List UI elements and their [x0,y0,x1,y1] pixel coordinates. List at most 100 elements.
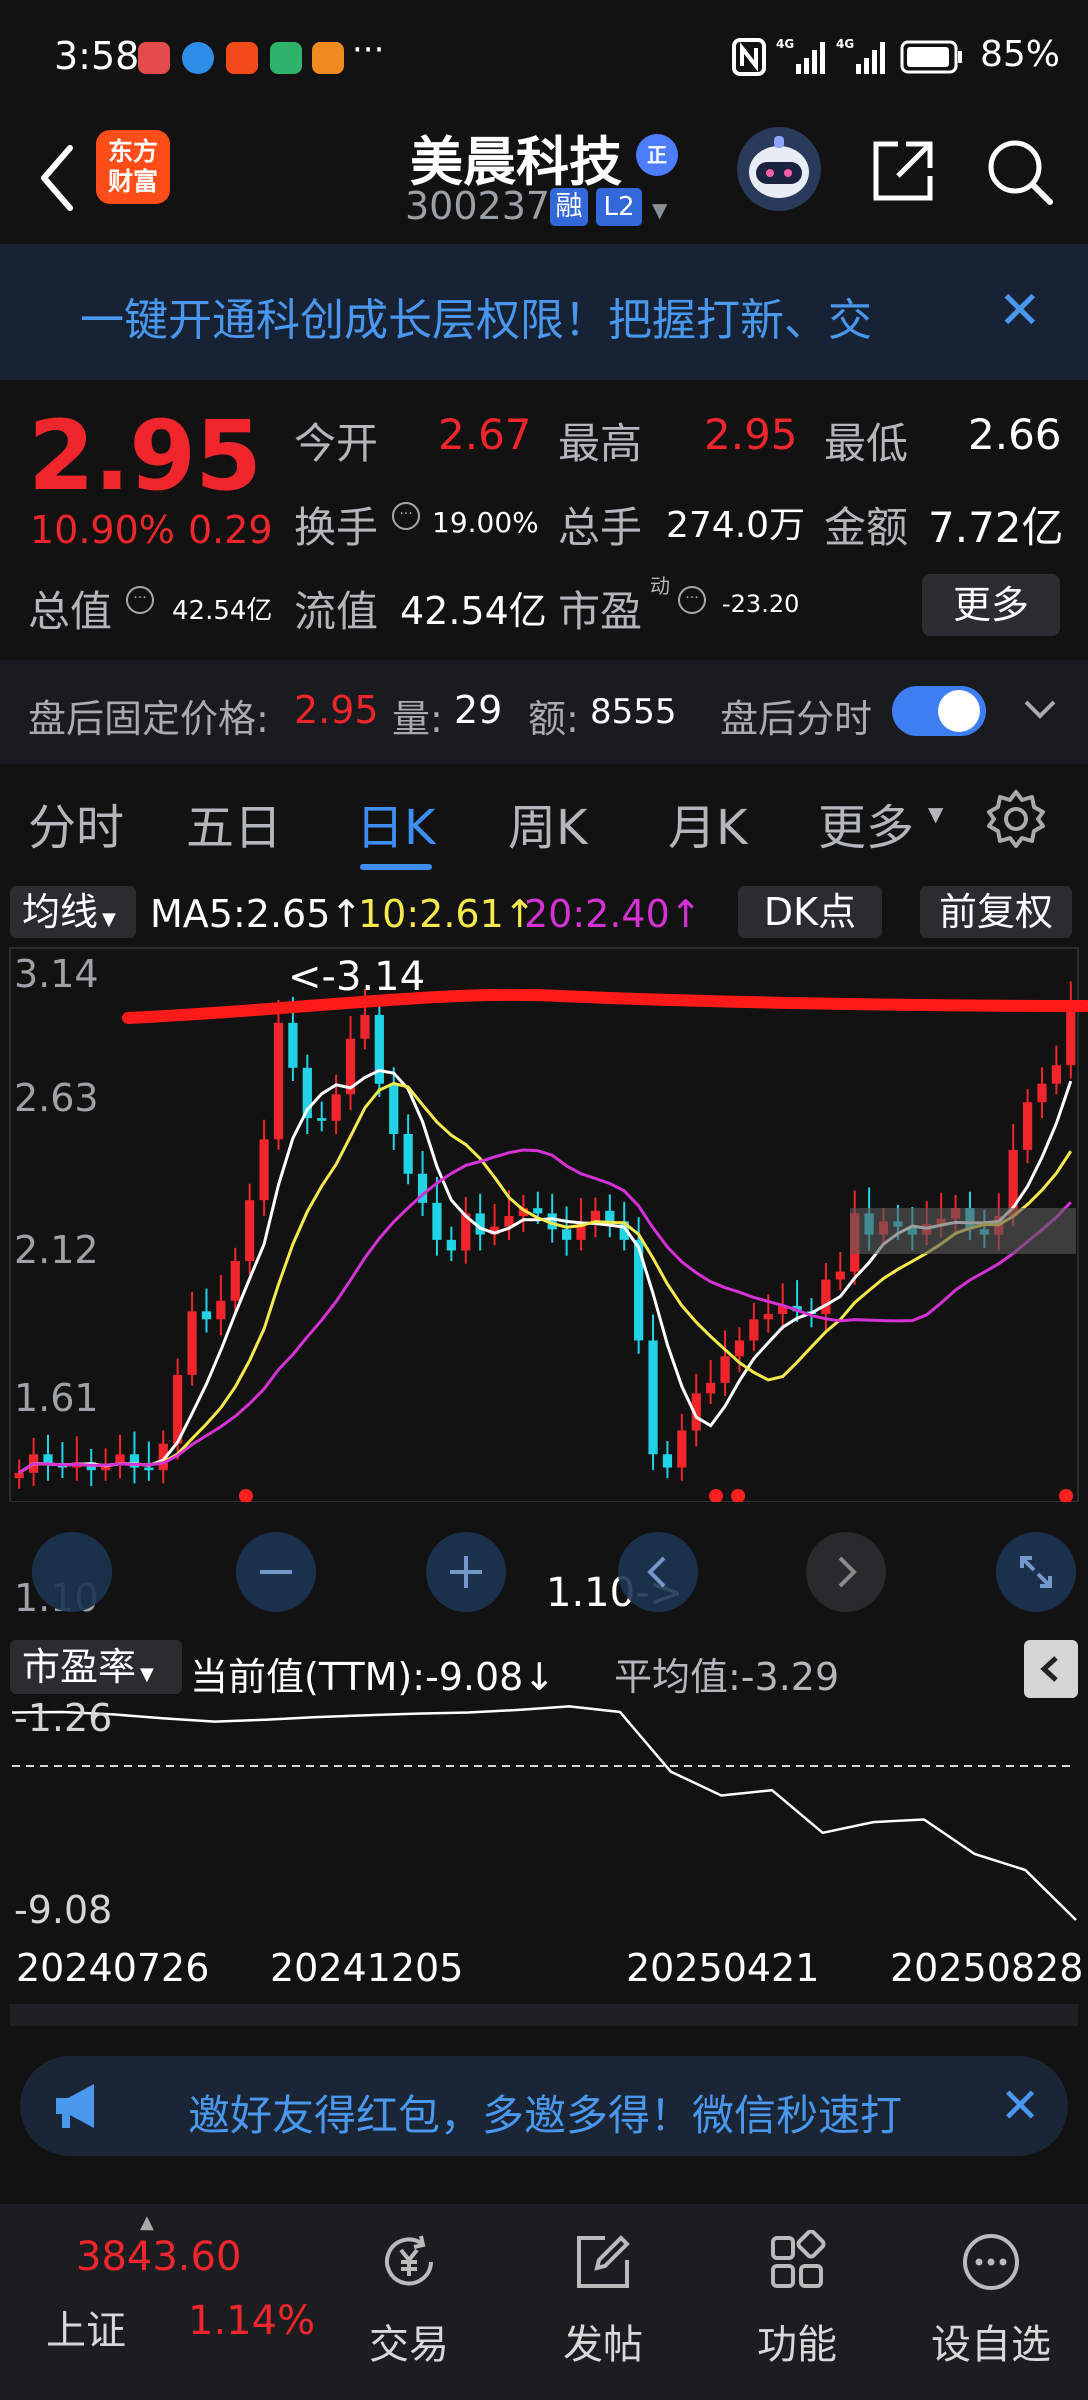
margin-badge: 融 [550,188,588,226]
y-tick-3-14: 3.14 [14,952,99,996]
ma-select-label: 均线 [22,890,99,934]
collapse-indicator-button[interactable] [1024,1640,1078,1698]
total-value-label: 总值 [28,587,113,636]
candle-body [1022,1102,1033,1150]
more-quote-button[interactable]: 更多 [922,574,1060,636]
edit-icon [577,2235,630,2288]
low-label: 最低 [824,419,909,468]
period-tabs: 分时 五日 日K 周K 月K 更多 ▼ [0,764,1088,876]
chart-scroll-track[interactable] [10,2004,1078,2026]
nav-watchlist[interactable]: 设自选 [926,2222,1056,2382]
pinduoduo-app-icon [226,42,258,74]
fullscreen-button[interactable] [996,1532,1076,1612]
svg-text:4G: 4G [836,37,854,51]
turnover-label: 换手 [294,503,379,552]
gear-icon[interactable] [985,788,1047,850]
notice-banner[interactable]: 一键开通科创成长层权限！把握打新、交 ✕ [0,244,1088,380]
svg-text:4G: 4G [776,37,794,51]
notice-close-icon[interactable]: ✕ [998,282,1046,340]
pe-select-label: 市盈率 [22,1645,137,1689]
notice-text[interactable]: 一键开通科创成长层权限！把握打新、交 [80,284,950,348]
pe-current-value: 当前值(TTM):-9.08↓ [190,1646,555,1701]
nav-functions[interactable]: 功能 [732,2222,862,2382]
share-icon[interactable] [868,136,938,206]
code-dropdown-icon[interactable]: ▼ [652,198,667,222]
chevron-down-icon[interactable] [1020,690,1060,730]
signal-dot [1059,1489,1073,1502]
status-bar: 3:58 ··· 4G 4G 85% [0,0,1088,112]
zoom-out-button[interactable] [236,1532,316,1612]
nav-post[interactable]: 发帖 [538,2222,668,2382]
kline-chart-area[interactable]: 均线 ▼ MA5:2.65↑ 10:2.61↑ 20:2.40↑ DK点 前复权 … [0,876,1088,2026]
total-value-info-icon[interactable]: ··· [126,586,154,614]
ma-select[interactable]: 均线 ▼ [10,886,136,938]
expand-icon [1020,1556,1052,1588]
tab-intraday[interactable]: 分时 [28,788,124,858]
tab-daily-k[interactable]: 日K [356,788,435,858]
index-name[interactable]: 上证 [46,2298,126,2356]
zoom-in-button[interactable] [426,1532,506,1612]
promo-banner[interactable]: 邀好友得红包，多邀多得！微信秒速打 ✕ [20,2056,1068,2156]
tab-more[interactable]: 更多 [818,788,914,858]
nfc-icon [732,38,766,76]
index-expand-icon[interactable]: ▲ [140,2212,154,2233]
index-value[interactable]: 3843.60 [76,2234,241,2280]
eastmoney-logo[interactable]: 东方财富 [96,130,170,204]
after-hours-amount-label: 额: [528,697,579,741]
yen-exchange-icon [385,2235,433,2286]
after-hours-toggle[interactable] [892,686,986,736]
index-change[interactable]: 1.14% [188,2298,315,2344]
promo-text[interactable]: 邀好友得红包，多邀多得！微信秒速打 [188,2082,988,2143]
tab-more-caret-icon[interactable]: ▼ [928,802,943,826]
candle-body [1037,1083,1047,1103]
candle-body [749,1319,759,1341]
pe-average-value: 平均值:-3.29 [614,1655,840,1699]
chart-rewind-button[interactable] [32,1532,112,1612]
kline-plot[interactable] [0,946,1088,1502]
robot-assistant-icon[interactable] [736,126,822,212]
turnover-info-icon[interactable]: ··· [392,502,420,530]
x-tick-20240726: 20240726 [16,1946,210,1990]
pe-select[interactable]: 市盈率 ▼ [10,1640,182,1694]
candle-body [360,1014,370,1039]
tab-five-day[interactable]: 五日 [186,788,282,858]
signal-dot [239,1489,253,1502]
pe-tick-top: -1.26 [14,1696,113,1740]
chevron-left-icon [647,1556,666,1588]
candle-body [677,1430,687,1468]
tab-monthly-k[interactable]: 月K [668,788,747,858]
promo-close-icon[interactable]: ✕ [1000,2078,1056,2134]
float-value-label: 流值 [294,587,379,636]
after-hours-volume-label: 量: [392,697,443,741]
pe-plot [11,1705,1077,1921]
toggle-knob [938,690,980,732]
x-tick-20250828: 20250828 [890,1946,1084,1990]
forward-adjust-button[interactable]: 前复权 [920,886,1072,938]
nav-trade[interactable]: 交易 [344,2222,474,2382]
scroll-left-button[interactable] [618,1532,698,1612]
signal-icon-1: 4G [776,37,825,74]
pe-info-icon[interactable]: ··· [678,586,706,614]
candle-body [432,1202,442,1240]
signal-icon-2: 4G [836,37,885,74]
after-hours-price: 2.95 [294,688,379,732]
scroll-right-button[interactable] [806,1532,886,1612]
dk-point-button[interactable]: DK点 [738,886,882,938]
ma-select-caret-icon: ▼ [102,909,116,930]
pe-dynamic-sup: 动 [650,574,670,598]
after-hours-minute-label: 盘后分时 [720,697,873,741]
search-icon[interactable] [984,136,1056,208]
nav-watchlist-label: 设自选 [931,2322,1051,2368]
after-hours-amount: 8555 [590,692,677,732]
candle-body [187,1311,197,1375]
back-arrow-icon[interactable] [30,140,90,216]
ma20-text: 20:2.40 [524,892,670,936]
candle-body [821,1279,831,1314]
y-tick-2-63: 2.63 [14,1076,99,1120]
ma5-value: MA5:2.65↑ [150,892,362,936]
volume-value: 274.0万 [666,505,806,546]
tab-weekly-k[interactable]: 周K [508,788,587,858]
grid-icon [771,2230,826,2288]
pe-indicator-bar: 市盈率 ▼ 当前值(TTM):-9.08↓ 平均值:-3.29 [0,1632,1088,1702]
candle-body [1066,1004,1076,1066]
